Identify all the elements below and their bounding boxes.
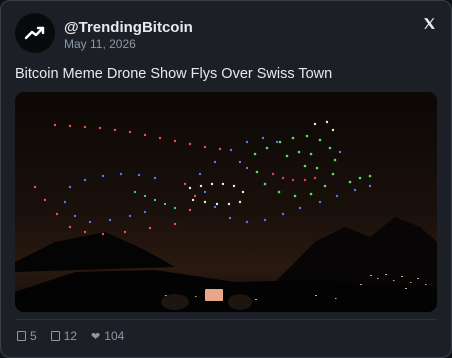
- post-media-image[interactable]: [15, 92, 437, 312]
- reply-button[interactable]: 5: [17, 329, 37, 343]
- post-text: Bitcoin Meme Drone Show Flys Over Swiss …: [15, 66, 333, 82]
- heart-icon: ❤: [91, 330, 101, 343]
- avatar[interactable]: [15, 13, 55, 53]
- post-card: @TrendingBitcoin May 11, 2026 Bitcoin Me…: [0, 0, 452, 358]
- trending-up-arrow-icon: [24, 26, 45, 40]
- like-count: 104: [104, 329, 125, 343]
- like-button[interactable]: ❤ 104: [91, 329, 124, 343]
- reply-icon: [17, 331, 26, 341]
- stats-divider: [15, 319, 437, 320]
- author-handle[interactable]: @TrendingBitcoin: [64, 19, 193, 36]
- repost-icon: [50, 331, 60, 341]
- engagement-stats: 5 12 ❤ 104: [17, 329, 124, 343]
- drone-show-photo: [15, 92, 437, 312]
- x-logo-icon[interactable]: [421, 15, 437, 31]
- post-date: May 11, 2026: [64, 37, 136, 51]
- repost-button[interactable]: 12: [50, 329, 78, 343]
- repost-count: 12: [63, 329, 78, 343]
- reply-count: 5: [30, 329, 37, 343]
